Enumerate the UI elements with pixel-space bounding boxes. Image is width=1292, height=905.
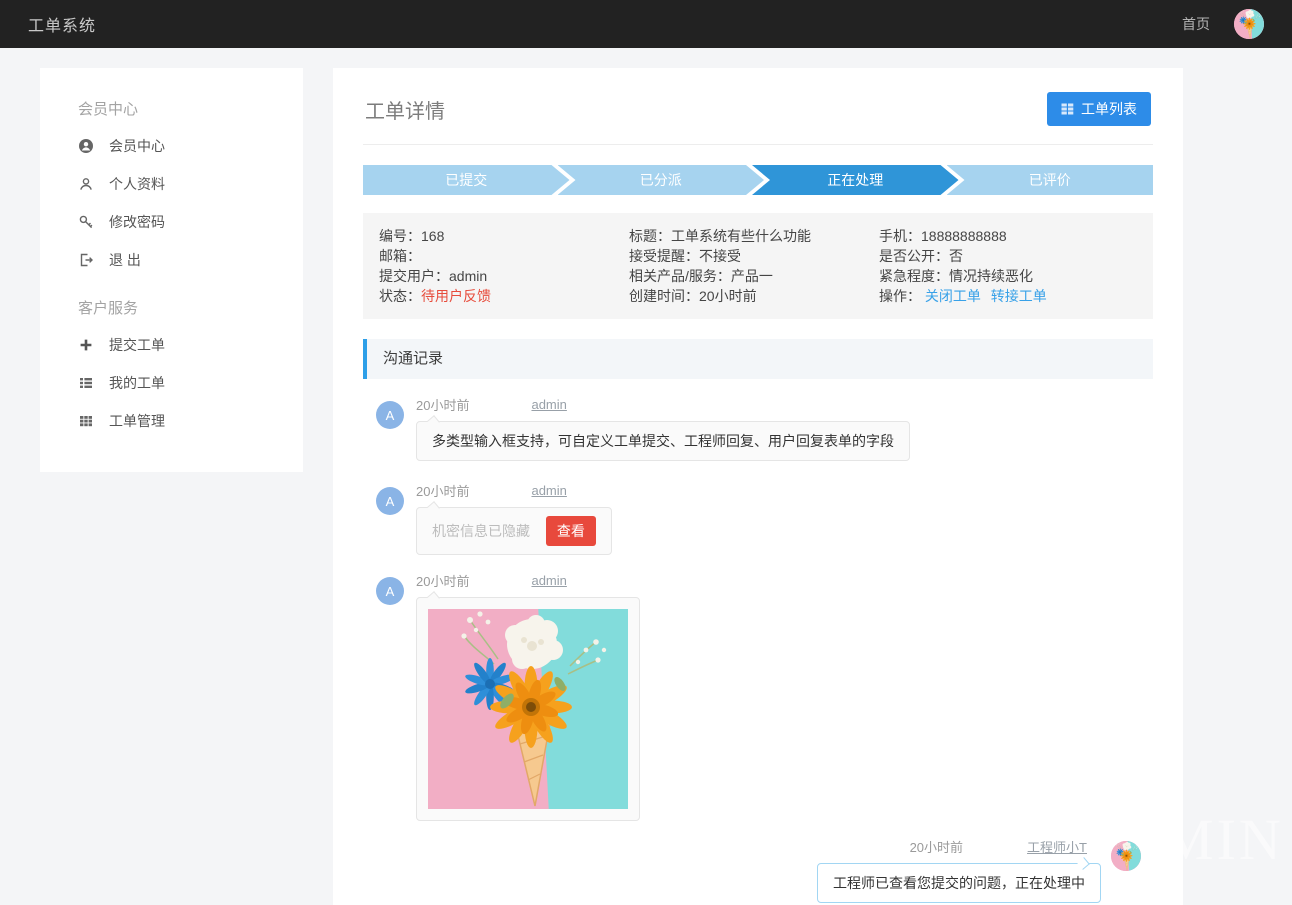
message-bubble: 机密信息已隐藏 查看 — [416, 507, 612, 555]
info-title: 标题：工单系统有些什么功能 — [629, 226, 879, 246]
sidebar-item-label: 个人资料 — [109, 174, 165, 194]
communication-log-header: 沟通记录 — [363, 339, 1153, 379]
sidebar-item-label: 修改密码 — [109, 212, 165, 232]
message-bubble: 多类型输入框支持，可自定义工单提交、工程师回复、用户回复表单的字段 — [416, 421, 910, 461]
sidebar: 会员中心 会员中心 个人资料 修改密码 退 出 客户服务 — [40, 68, 303, 472]
sidebar-item-my-tickets[interactable]: 我的工单 — [40, 364, 303, 402]
message-engineer-text: 20小时前 工程师小T 工程师已查看您提交的问题，正在处理中 — [363, 835, 1153, 903]
message-admin-text: A 20小时前 admin 多类型输入框支持，可自定义工单提交、工程师回复、用户… — [363, 393, 1153, 461]
sidebar-item-label: 会员中心 — [109, 136, 165, 156]
key-icon — [78, 214, 94, 230]
user-circle-icon — [78, 138, 94, 154]
sidebar-section-title: 会员中心 — [78, 98, 303, 119]
ticket-detail-card: 工单详情 工单列表 已提交 已分派 正在处理 已评价 编号：168 标题：工单系… — [333, 68, 1183, 905]
table-icon — [1061, 103, 1074, 115]
hidden-info-note: 机密信息已隐藏 — [432, 523, 530, 539]
info-created: 创建时间：20小时前 — [629, 286, 879, 306]
status-badge: 待用户反馈 — [421, 288, 491, 304]
sidebar-item-member-center[interactable]: 会员中心 — [40, 127, 303, 165]
topbar: 工单系统 首页 — [0, 0, 1292, 48]
ticket-info: 编号：168 标题：工单系统有些什么功能 手机：18888888888 邮箱： … — [363, 213, 1153, 319]
list-icon — [78, 375, 94, 391]
step-processing: 正在处理 — [752, 165, 959, 195]
sidebar-section-title: 客户服务 — [78, 297, 303, 318]
bubble-tail — [427, 501, 440, 514]
info-submitter: 提交用户：admin — [379, 266, 629, 286]
user-icon — [78, 176, 94, 192]
ticket-list-button-label: 工单列表 — [1081, 99, 1137, 119]
status-steps: 已提交 已分派 正在处理 已评价 — [363, 165, 1153, 195]
sidebar-item-label: 我的工单 — [109, 373, 165, 393]
bubble-tail — [427, 591, 440, 604]
sidebar-item-change-password[interactable]: 修改密码 — [40, 203, 303, 241]
message-admin-image: A 20小时前 admin — [363, 569, 1153, 821]
sidebar-item-label: 提交工单 — [109, 335, 165, 355]
grid-icon — [78, 413, 94, 429]
info-public: 是否公开：否 — [879, 246, 1137, 266]
message-author[interactable]: 工程师小T — [1027, 837, 1087, 856]
sidebar-item-label: 工单管理 — [109, 411, 165, 431]
ticket-list-button[interactable]: 工单列表 — [1047, 92, 1151, 126]
view-hidden-button[interactable]: 查看 — [546, 516, 596, 546]
page-title: 工单详情 — [365, 95, 445, 124]
step-submitted: 已提交 — [363, 165, 570, 195]
message-time: 20小时前 — [416, 571, 469, 590]
message-admin-hidden: A 20小时前 admin 机密信息已隐藏 查看 — [363, 479, 1153, 555]
message-time: 20小时前 — [910, 837, 963, 856]
user-avatar[interactable] — [1234, 9, 1264, 39]
message-bubble: 工程师已查看您提交的问题，正在处理中 — [817, 863, 1101, 903]
info-status: 状态：待用户反馈 — [379, 286, 629, 306]
admin-avatar: A — [376, 577, 404, 605]
message-list: A 20小时前 admin 多类型输入框支持，可自定义工单提交、工程师回复、用户… — [363, 393, 1153, 905]
message-time: 20小时前 — [416, 481, 469, 500]
info-urgency: 紧急程度：情况持续恶化 — [879, 266, 1137, 286]
message-time: 20小时前 — [416, 395, 469, 414]
info-email: 邮箱： — [379, 246, 629, 266]
message-bubble — [416, 597, 640, 821]
message-author[interactable]: admin — [531, 483, 566, 498]
sidebar-item-ticket-admin[interactable]: 工单管理 — [40, 402, 303, 440]
admin-avatar: A — [376, 401, 404, 429]
engineer-avatar — [1111, 841, 1141, 871]
home-link[interactable]: 首页 — [1182, 14, 1210, 34]
admin-avatar: A — [376, 487, 404, 515]
info-number: 编号：168 — [379, 226, 629, 246]
step-assigned: 已分派 — [558, 165, 765, 195]
sidebar-item-profile[interactable]: 个人资料 — [40, 165, 303, 203]
sidebar-item-logout[interactable]: 退 出 — [40, 241, 303, 279]
attached-flower-image[interactable] — [428, 609, 628, 809]
info-notify: 接受提醒：不接受 — [629, 246, 879, 266]
info-actions: 操作： 关闭工单 转接工单 — [879, 286, 1137, 306]
info-product: 相关产品/服务：产品一 — [629, 266, 879, 286]
message-author[interactable]: admin — [531, 397, 566, 412]
bubble-tail — [1077, 857, 1090, 870]
info-phone: 手机：18888888888 — [879, 226, 1137, 246]
bubble-tail — [427, 415, 440, 428]
sign-out-icon — [78, 252, 94, 268]
message-author[interactable]: admin — [531, 573, 566, 588]
step-rated: 已评价 — [947, 165, 1154, 195]
plus-icon — [78, 337, 94, 353]
close-ticket-link[interactable]: 关闭工单 — [925, 288, 981, 304]
sidebar-item-label: 退 出 — [109, 250, 141, 270]
transfer-ticket-link[interactable]: 转接工单 — [991, 288, 1047, 304]
sidebar-item-submit-ticket[interactable]: 提交工单 — [40, 326, 303, 364]
app-title: 工单系统 — [28, 12, 96, 36]
